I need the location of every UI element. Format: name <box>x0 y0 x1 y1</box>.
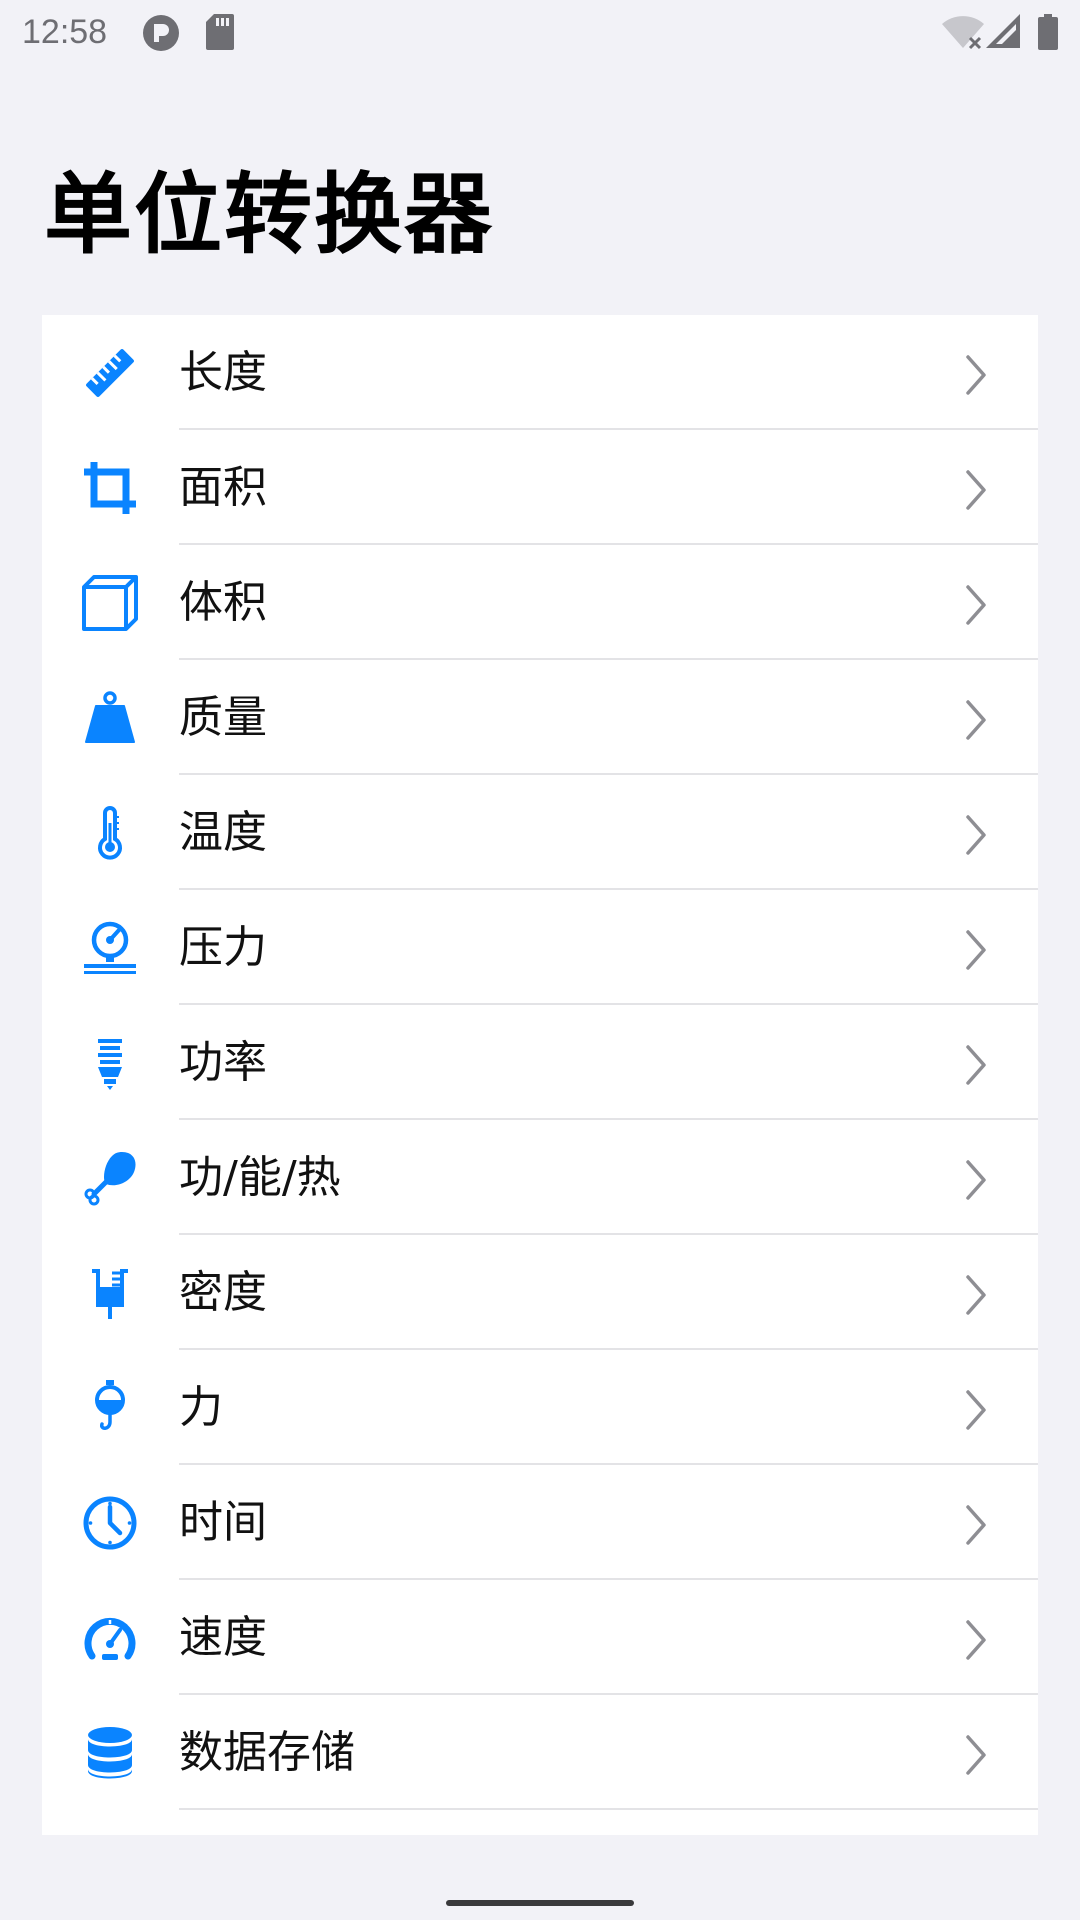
list-item-data-storage[interactable]: 数据存储 <box>42 1695 1038 1810</box>
chevron-right-icon <box>966 1620 986 1660</box>
home-indicator[interactable] <box>446 1900 634 1906</box>
list-item-power[interactable]: 功率 <box>42 1005 1038 1120</box>
row-divider <box>179 1808 1038 1810</box>
list-item-label: 时间 <box>179 1497 267 1548</box>
database-icon <box>88 1727 132 1779</box>
chevron-right-icon <box>966 930 986 970</box>
ruler-icon <box>86 349 134 397</box>
list-item-label: 数据存储 <box>179 1727 355 1778</box>
list-item-area[interactable]: 面积 <box>42 430 1038 545</box>
list-item-label: 速度 <box>179 1612 267 1663</box>
list-item-time[interactable]: 时间 <box>42 1465 1038 1580</box>
drumstick-icon <box>84 1152 136 1206</box>
status-time: 12:58 <box>22 13 108 51</box>
list-item-volume[interactable]: 体积 <box>42 545 1038 660</box>
chevron-right-icon <box>966 585 986 625</box>
list-item-energy[interactable]: 功/能/热 <box>42 1120 1038 1235</box>
list-item-temperature[interactable]: 温度 <box>42 775 1038 890</box>
page-title: 单位转换器 <box>44 163 495 266</box>
chevron-right-icon <box>966 700 986 740</box>
list-item-mass[interactable]: 质量 <box>42 660 1038 775</box>
list-item-length[interactable]: 长度 <box>42 315 1038 430</box>
category-list: 长度 面积 体积 质量 温度 压力 功率 功/能/热 密度 力 时间 速度 数据… <box>42 315 1038 1835</box>
list-item-label: 功率 <box>179 1037 267 1088</box>
cellular-signal-icon <box>986 14 1020 48</box>
chevron-right-icon <box>966 1275 986 1315</box>
list-item-label: 面积 <box>179 462 267 513</box>
list-item-pressure[interactable]: 压力 <box>42 890 1038 1005</box>
chevron-right-icon <box>966 1390 986 1430</box>
weight-icon <box>85 691 135 743</box>
sd-card-icon <box>206 14 234 50</box>
list-item-label: 体积 <box>179 577 267 628</box>
list-item-label: 密度 <box>179 1267 267 1318</box>
list-item-label: 长度 <box>179 347 267 398</box>
crop-icon <box>84 462 136 514</box>
lightbulb-icon <box>98 1039 122 1090</box>
list-item-label: 质量 <box>179 692 267 743</box>
clock-icon <box>83 1496 137 1550</box>
list-item-force[interactable]: 力 <box>42 1350 1038 1465</box>
chevron-right-icon <box>966 355 986 395</box>
beaker-icon <box>92 1269 128 1319</box>
list-item-label: 压力 <box>179 922 267 973</box>
cube-icon <box>82 575 138 631</box>
list-item-label: 力 <box>179 1382 223 1433</box>
list-item-speed[interactable]: 速度 <box>42 1580 1038 1695</box>
chevron-right-icon <box>966 1735 986 1775</box>
chevron-right-icon <box>966 470 986 510</box>
thermometer-icon <box>98 806 122 860</box>
status-bar: 12:58 <box>0 0 1080 64</box>
list-item-density[interactable]: 密度 <box>42 1235 1038 1350</box>
list-item-label: 功/能/热 <box>179 1152 341 1203</box>
list-item-label: 温度 <box>179 807 267 858</box>
chevron-right-icon <box>966 815 986 855</box>
battery-icon <box>1038 14 1058 50</box>
pressure-gauge-icon <box>84 921 136 974</box>
wifi-off-icon <box>942 16 984 50</box>
spring-scale-icon <box>95 1380 125 1430</box>
chevron-right-icon <box>966 1505 986 1545</box>
app-notification-icon <box>143 15 179 51</box>
speedometer-icon <box>84 1617 136 1660</box>
chevron-right-icon <box>966 1045 986 1085</box>
chevron-right-icon <box>966 1160 986 1200</box>
